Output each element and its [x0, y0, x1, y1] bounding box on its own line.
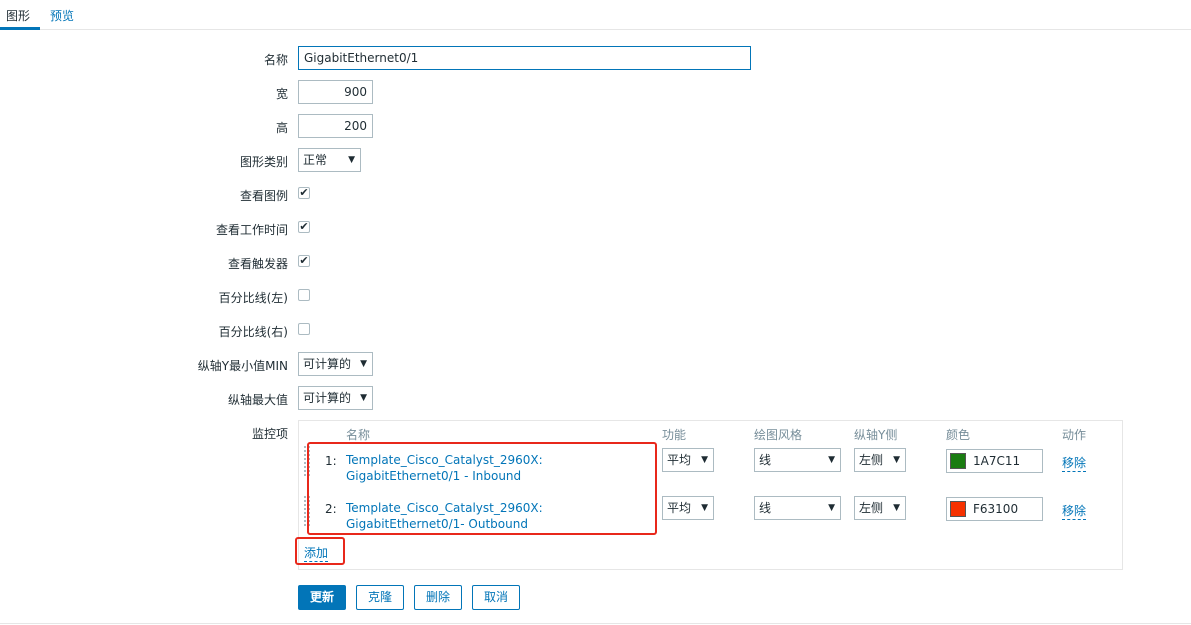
- name-label: 名称: [263, 53, 288, 67]
- graph-type-value: 正常: [303, 153, 328, 167]
- draw-style-value: 线: [759, 501, 772, 515]
- caret-down-icon: ▼: [893, 455, 900, 465]
- caret-down-icon: ▼: [701, 455, 708, 465]
- divider: [0, 623, 1191, 624]
- show-triggers-checkbox[interactable]: ✔: [298, 255, 310, 267]
- remove-item-link[interactable]: 移除: [1062, 502, 1087, 520]
- tab-preview[interactable]: 预览: [50, 7, 74, 24]
- color-value: F63100: [973, 502, 1019, 516]
- col-header-name: 名称: [346, 428, 371, 442]
- y-axis-side-select[interactable]: 左侧 ▼: [854, 448, 906, 472]
- y-min-value: 可计算的: [303, 357, 352, 371]
- function-value: 平均: [667, 453, 692, 467]
- percentile-right-checkbox[interactable]: [298, 323, 310, 335]
- draw-style-select[interactable]: 线 ▼: [754, 496, 841, 520]
- function-select[interactable]: 平均 ▼: [662, 496, 714, 520]
- y-min-select[interactable]: 可计算的 ▼: [298, 352, 373, 376]
- y-axis-side-select[interactable]: 左侧 ▼: [854, 496, 906, 520]
- height-label: 高: [275, 121, 288, 135]
- drag-handle-icon[interactable]: [304, 496, 310, 526]
- col-header-action: 动作: [1062, 428, 1087, 442]
- remove-item-link[interactable]: 移除: [1062, 454, 1087, 472]
- col-header-draw-style: 绘图风格: [754, 428, 803, 442]
- caret-down-icon: ▼: [701, 503, 708, 513]
- delete-button[interactable]: 删除: [414, 585, 462, 610]
- y-axis-side-value: 左侧: [859, 453, 884, 467]
- color-swatch[interactable]: [950, 501, 966, 517]
- add-item-link[interactable]: 添加: [304, 544, 329, 562]
- y-max-value: 可计算的: [303, 391, 352, 405]
- check-icon: ✔: [299, 186, 309, 199]
- drag-handle-icon[interactable]: [304, 446, 310, 476]
- graph-type-select[interactable]: 正常 ▼: [298, 148, 361, 172]
- cancel-button[interactable]: 取消: [472, 585, 520, 610]
- caret-down-icon: ▼: [360, 393, 367, 403]
- color-picker[interactable]: 1A7C11: [946, 449, 1043, 473]
- col-header-color: 颜色: [946, 428, 971, 442]
- caret-down-icon: ▼: [828, 455, 835, 465]
- item-name-link[interactable]: Template_Cisco_Catalyst_2960X: GigabitEt…: [346, 500, 651, 532]
- percentile-right-label: 百分比线(右): [218, 325, 288, 339]
- show-legend-checkbox[interactable]: ✔: [298, 187, 310, 199]
- color-value: 1A7C11: [973, 454, 1021, 468]
- show-working-time-label: 查看工作时间: [215, 223, 288, 237]
- show-working-time-checkbox[interactable]: ✔: [298, 221, 310, 233]
- y-min-label: 纵轴Y最小值MIN: [197, 359, 288, 373]
- row-index: 2:: [325, 502, 337, 516]
- graph-type-label: 图形类别: [239, 155, 288, 169]
- name-input[interactable]: GigabitEthernet0/1: [298, 46, 751, 70]
- row-index: 1:: [325, 454, 337, 468]
- width-label: 宽: [275, 87, 288, 101]
- tab-bar: 图形 预览: [0, 0, 1191, 30]
- function-value: 平均: [667, 501, 692, 515]
- col-header-y-axis-side: 纵轴Y侧: [854, 428, 898, 442]
- show-legend-label: 查看图例: [239, 189, 288, 203]
- caret-down-icon: ▼: [893, 503, 900, 513]
- caret-down-icon: ▼: [828, 503, 835, 513]
- show-triggers-label: 查看触发器: [227, 257, 288, 271]
- color-picker[interactable]: F63100: [946, 497, 1043, 521]
- caret-down-icon: ▼: [360, 359, 367, 369]
- draw-style-select[interactable]: 线 ▼: [754, 448, 841, 472]
- check-icon: ✔: [299, 220, 309, 233]
- tab-graph[interactable]: 图形: [0, 7, 40, 30]
- y-axis-side-value: 左侧: [859, 501, 884, 515]
- caret-down-icon: ▼: [348, 155, 355, 165]
- col-header-function: 功能: [662, 428, 687, 442]
- height-input[interactable]: 200: [298, 114, 373, 138]
- percentile-left-checkbox[interactable]: [298, 289, 310, 301]
- check-icon: ✔: [299, 254, 309, 267]
- items-label: 监控项: [251, 427, 288, 441]
- update-button[interactable]: 更新: [298, 585, 346, 610]
- function-select[interactable]: 平均 ▼: [662, 448, 714, 472]
- y-max-label: 纵轴最大值: [227, 393, 288, 407]
- color-swatch[interactable]: [950, 453, 966, 469]
- width-input[interactable]: 900: [298, 80, 373, 104]
- y-max-select[interactable]: 可计算的 ▼: [298, 386, 373, 410]
- clone-button[interactable]: 克隆: [356, 585, 404, 610]
- item-name-link[interactable]: Template_Cisco_Catalyst_2960X: GigabitEt…: [346, 452, 651, 484]
- items-table: [298, 420, 1123, 570]
- draw-style-value: 线: [759, 453, 772, 467]
- percentile-left-label: 百分比线(左): [218, 291, 288, 305]
